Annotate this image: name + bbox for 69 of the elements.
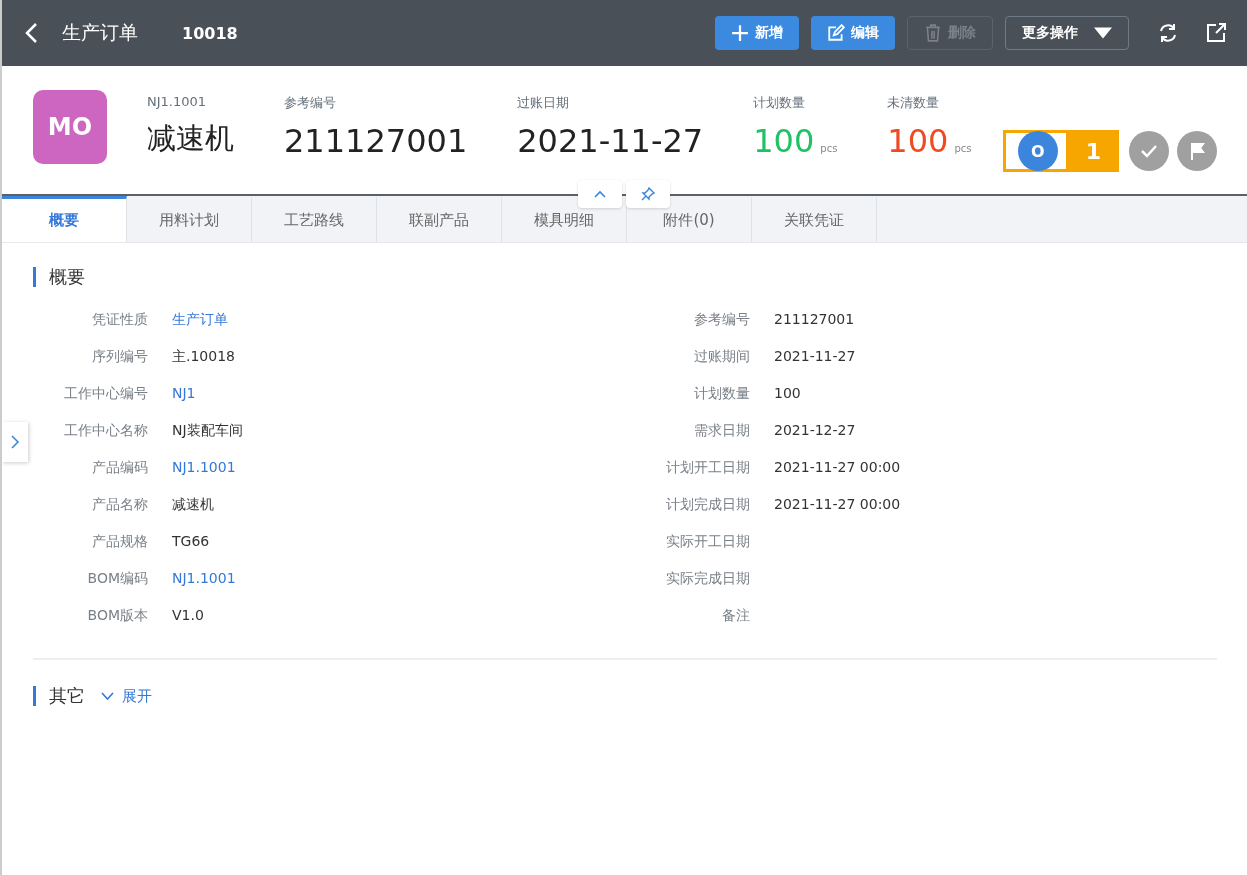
field-value: 2021-12-27 bbox=[774, 422, 856, 438]
field-label: 工作中心编号 bbox=[63, 385, 148, 403]
back-icon[interactable] bbox=[24, 22, 38, 44]
field-label: 产品编码 bbox=[91, 459, 148, 477]
field-label: 计划数量 bbox=[693, 385, 750, 403]
field-value: TG66 bbox=[172, 533, 210, 549]
stat-value: 211127001 bbox=[284, 122, 468, 160]
field-value: 减速机 bbox=[172, 496, 214, 514]
product-name: 减速机 bbox=[147, 120, 234, 157]
stat-value: 100 pcs bbox=[753, 122, 838, 160]
tab[interactable]: 概要 bbox=[2, 196, 127, 242]
chevron-right-icon bbox=[10, 434, 20, 450]
chevron-down-icon bbox=[101, 692, 114, 700]
field-label: 过账期间 bbox=[693, 348, 750, 366]
edit-icon bbox=[827, 24, 845, 42]
plus-icon bbox=[731, 24, 749, 42]
field-value: 主.10018 bbox=[172, 348, 235, 366]
field-label: 实际开工日期 bbox=[665, 533, 750, 551]
tab[interactable]: 联副产品 bbox=[377, 196, 502, 242]
field-value: 2021-11-27 00:00 bbox=[774, 496, 901, 512]
tab[interactable]: 用料计划 bbox=[127, 196, 252, 242]
tab[interactable]: 关联凭证 bbox=[752, 196, 877, 242]
field-label: 需求日期 bbox=[693, 422, 750, 440]
stat-label: 过账日期 bbox=[517, 94, 571, 112]
share-icon[interactable] bbox=[1205, 22, 1227, 44]
page-title: 生产订单 bbox=[62, 20, 138, 45]
refresh-icon[interactable] bbox=[1157, 22, 1179, 44]
callout-number: 1 bbox=[1084, 138, 1102, 164]
field-label: 产品规格 bbox=[91, 533, 148, 551]
stat-value: 100 pcs bbox=[887, 122, 972, 160]
section-title: 其它 bbox=[33, 686, 85, 706]
field-link[interactable]: 生产订单 bbox=[172, 311, 228, 329]
field-label: 凭证性质 bbox=[91, 311, 148, 329]
pin-button[interactable] bbox=[626, 180, 670, 208]
field-link[interactable]: NJ1 bbox=[172, 385, 196, 401]
stat-label: 参考编号 bbox=[284, 94, 337, 112]
more-button[interactable]: 更多操作 bbox=[1005, 16, 1129, 50]
field-label: BOM版本 bbox=[86, 607, 148, 625]
field-value: NJ装配车间 bbox=[172, 422, 243, 440]
field-label: 参考编号 bbox=[693, 311, 750, 329]
field-label: 计划完成日期 bbox=[665, 496, 750, 514]
add-button[interactable]: 新增 bbox=[715, 16, 799, 50]
order-type-avatar: MO bbox=[33, 90, 107, 164]
pin-icon bbox=[641, 187, 655, 201]
trash-icon bbox=[924, 24, 942, 42]
field-value: V1.0 bbox=[172, 607, 204, 623]
expand-toggle[interactable]: 展开 bbox=[101, 686, 152, 706]
field-value: 2021-11-27 00:00 bbox=[774, 459, 901, 475]
field-value: 2021-11-27 bbox=[774, 348, 856, 364]
stat-label: 计划数量 bbox=[753, 94, 807, 112]
field-value: 100 bbox=[774, 385, 801, 401]
section-title: 概要 bbox=[33, 267, 85, 287]
field-label: BOM编码 bbox=[86, 570, 148, 588]
field-label: 实际完成日期 bbox=[665, 570, 750, 588]
order-number: 10018 bbox=[182, 23, 238, 43]
field-link[interactable]: NJ1.1001 bbox=[172, 570, 236, 586]
field-label: 备注 bbox=[721, 607, 750, 625]
stat-label: 未清数量 bbox=[887, 94, 941, 112]
product-code: NJ1.1001 bbox=[147, 94, 208, 109]
field-label: 计划开工日期 bbox=[665, 459, 750, 477]
field-label: 工作中心名称 bbox=[63, 422, 148, 440]
tab[interactable]: 工艺路线 bbox=[252, 196, 377, 242]
field-label: 序列编号 bbox=[91, 348, 148, 366]
edit-button[interactable]: 编辑 bbox=[811, 16, 895, 50]
field-link[interactable]: NJ1.1001 bbox=[172, 459, 236, 475]
field-label: 产品名称 bbox=[91, 496, 148, 514]
field-value: 211127001 bbox=[774, 311, 855, 327]
status-open-step: O bbox=[1017, 131, 1058, 171]
stat-value: 2021-11-27 bbox=[517, 122, 704, 160]
